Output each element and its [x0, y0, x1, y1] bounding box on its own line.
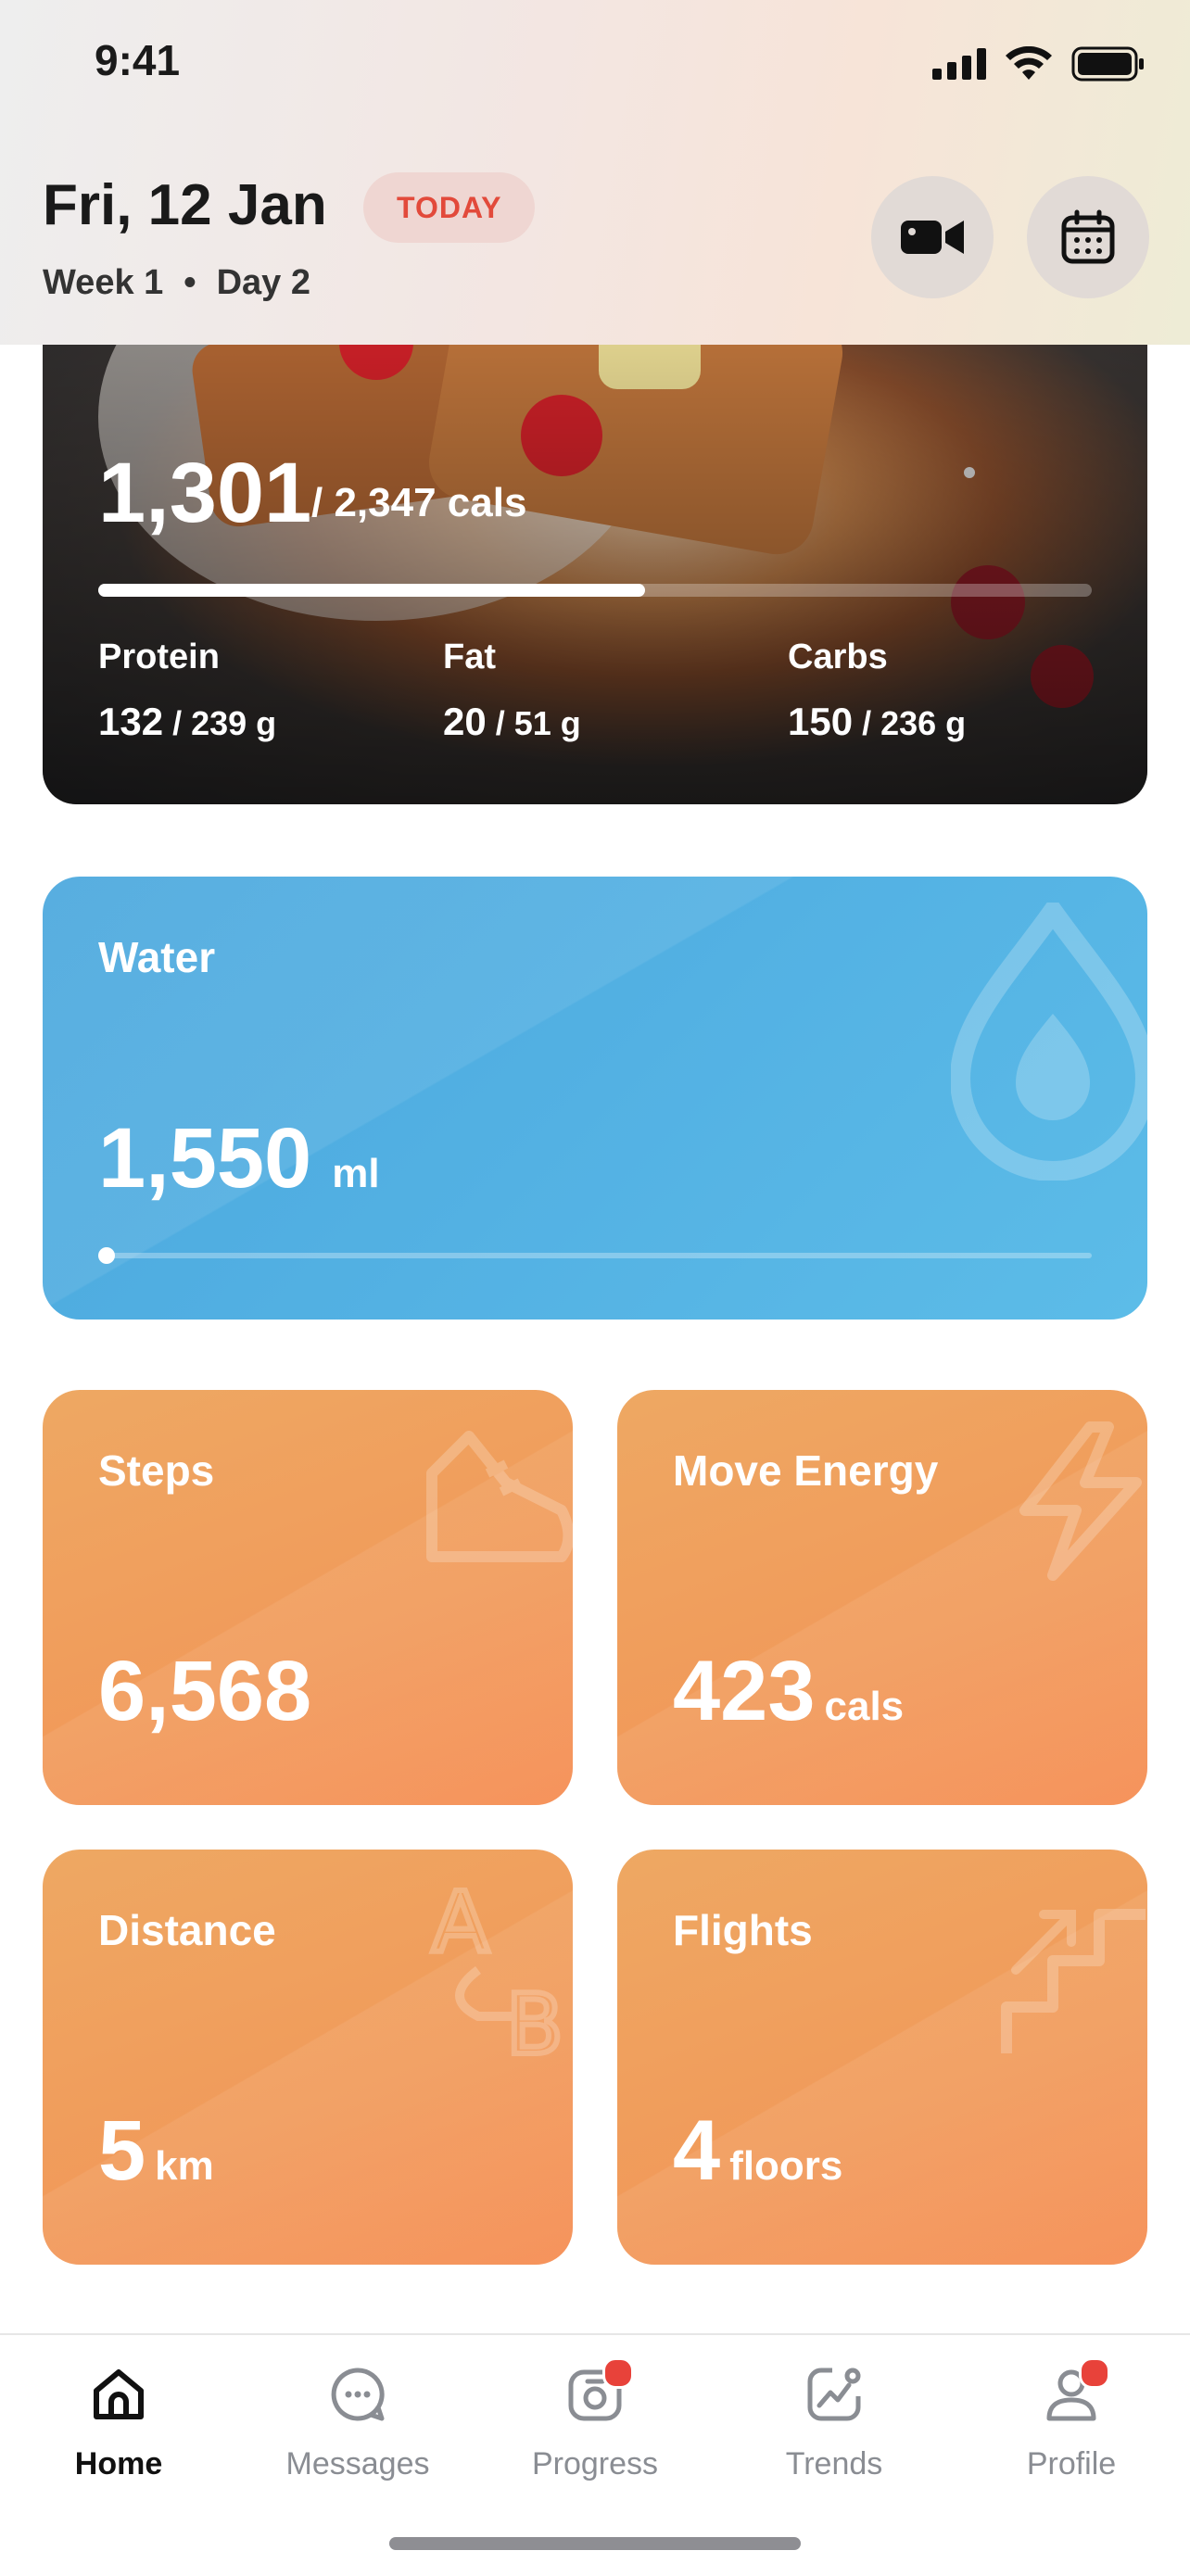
steps-title: Steps — [98, 1446, 215, 1495]
macro-value: 132 — [98, 700, 164, 743]
sneaker-icon — [426, 1431, 573, 1562]
water-drop-icon — [951, 903, 1147, 1181]
video-camera-icon — [901, 221, 964, 254]
flights-title: Flights — [673, 1906, 813, 1954]
macro-fat: Fat 20 / 51 g — [443, 638, 581, 744]
status-time: 9:41 — [95, 36, 181, 84]
stairs-icon — [1001, 1909, 1146, 2053]
calories-consumed: 1,301 — [98, 446, 312, 540]
signal-icon — [932, 48, 986, 80]
home-icon — [94, 2369, 144, 2419]
calories-goal: / 2,347 cals — [311, 480, 527, 525]
tab-home[interactable]: Home — [17, 2361, 221, 2482]
lightning-icon — [1019, 1421, 1142, 1581]
macro-label: Fat — [443, 638, 496, 676]
tab-trends[interactable]: Trends — [732, 2361, 936, 2482]
notification-dot — [602, 2357, 634, 2389]
water-amount: 1,550 — [98, 1111, 312, 1206]
week-day-subtitle: Week 1 • Day 2 — [43, 263, 310, 303]
macro-protein: Protein 132 / 239 g — [98, 638, 276, 744]
macro-goal: / 51 g — [495, 704, 581, 742]
macro-label: Carbs — [788, 638, 888, 676]
home-indicator — [389, 2537, 801, 2550]
notification-dot — [1079, 2357, 1110, 2389]
status-icons — [932, 46, 1146, 82]
week-label: Week 1 — [43, 263, 164, 302]
day-label: Day 2 — [216, 263, 310, 302]
trend-icon — [807, 2368, 861, 2421]
calories-card[interactable]: 1,301 / 2,347 cals Protein 132 / 239 g F… — [43, 306, 1147, 804]
chat-icon — [331, 2368, 385, 2421]
tab-progress[interactable]: Progress — [493, 2357, 697, 2482]
steps-card[interactable]: Steps 6,568 — [43, 1390, 573, 1805]
macro-label: Protein — [98, 638, 220, 676]
separator-dot: • — [184, 263, 196, 302]
move-energy-card[interactable]: Move Energy 423 cals — [617, 1390, 1147, 1805]
stat-number: 4 — [673, 2103, 721, 2198]
distance-value: 5 km — [98, 2102, 214, 2200]
move-energy-value: 423 cals — [673, 1643, 904, 1740]
stat-number: 6,568 — [98, 1644, 312, 1738]
macro-carbs: Carbs 150 / 236 g — [788, 638, 966, 744]
tab-label: Progress — [531, 2446, 659, 2481]
tab-profile[interactable]: Profile — [969, 2357, 1173, 2482]
svg-text:A: A — [432, 1877, 489, 1972]
calories-progress-bar — [98, 584, 1092, 597]
calendar-button[interactable] — [1027, 176, 1149, 298]
page-title: Fri, 12 Jan — [43, 173, 327, 237]
water-value: 1,550 ml — [98, 1110, 380, 1207]
stat-unit: floors — [729, 2143, 843, 2189]
steps-value: 6,568 — [98, 1643, 321, 1740]
tab-label: Profile — [1026, 2446, 1117, 2481]
wifi-icon — [1006, 46, 1052, 80]
water-progress-track — [98, 1253, 1092, 1258]
tab-label: Trends — [785, 2446, 883, 2481]
tab-label: Home — [74, 2446, 163, 2481]
tab-label: Messages — [285, 2446, 430, 2481]
stat-number: 5 — [98, 2103, 146, 2198]
macro-goal: / 239 g — [172, 704, 277, 742]
stat-unit: km — [155, 2143, 214, 2189]
macro-value: 150 — [788, 700, 854, 743]
water-progress-handle[interactable] — [98, 1247, 115, 1264]
water-unit: ml — [332, 1151, 380, 1196]
calendar-icon — [1061, 209, 1115, 264]
calories-progress-fill — [98, 584, 645, 597]
distance-title: Distance — [98, 1906, 276, 1954]
stat-unit: cals — [824, 1684, 905, 1729]
tab-messages[interactable]: Messages — [256, 2361, 460, 2482]
water-title: Water — [98, 933, 216, 981]
battery-icon — [1071, 46, 1144, 82]
water-card[interactable]: Water 1,550 ml — [43, 877, 1147, 1320]
flights-value: 4 floors — [673, 2102, 842, 2200]
move-energy-title: Move Energy — [673, 1446, 939, 1495]
macro-goal: / 236 g — [862, 704, 967, 742]
flights-card[interactable]: Flights 4 floors — [617, 1850, 1147, 2265]
distance-a-to-b-icon: A B — [429, 1877, 566, 2063]
stat-number: 423 — [673, 1644, 816, 1738]
video-button[interactable] — [871, 176, 994, 298]
macro-value: 20 — [443, 700, 487, 743]
header: 9:41 Fri, 12 Jan TODAY Week 1 • Day 2 — [0, 0, 1190, 345]
distance-card[interactable]: A B Distance 5 km — [43, 1850, 573, 2265]
today-badge[interactable]: TODAY — [363, 172, 536, 243]
